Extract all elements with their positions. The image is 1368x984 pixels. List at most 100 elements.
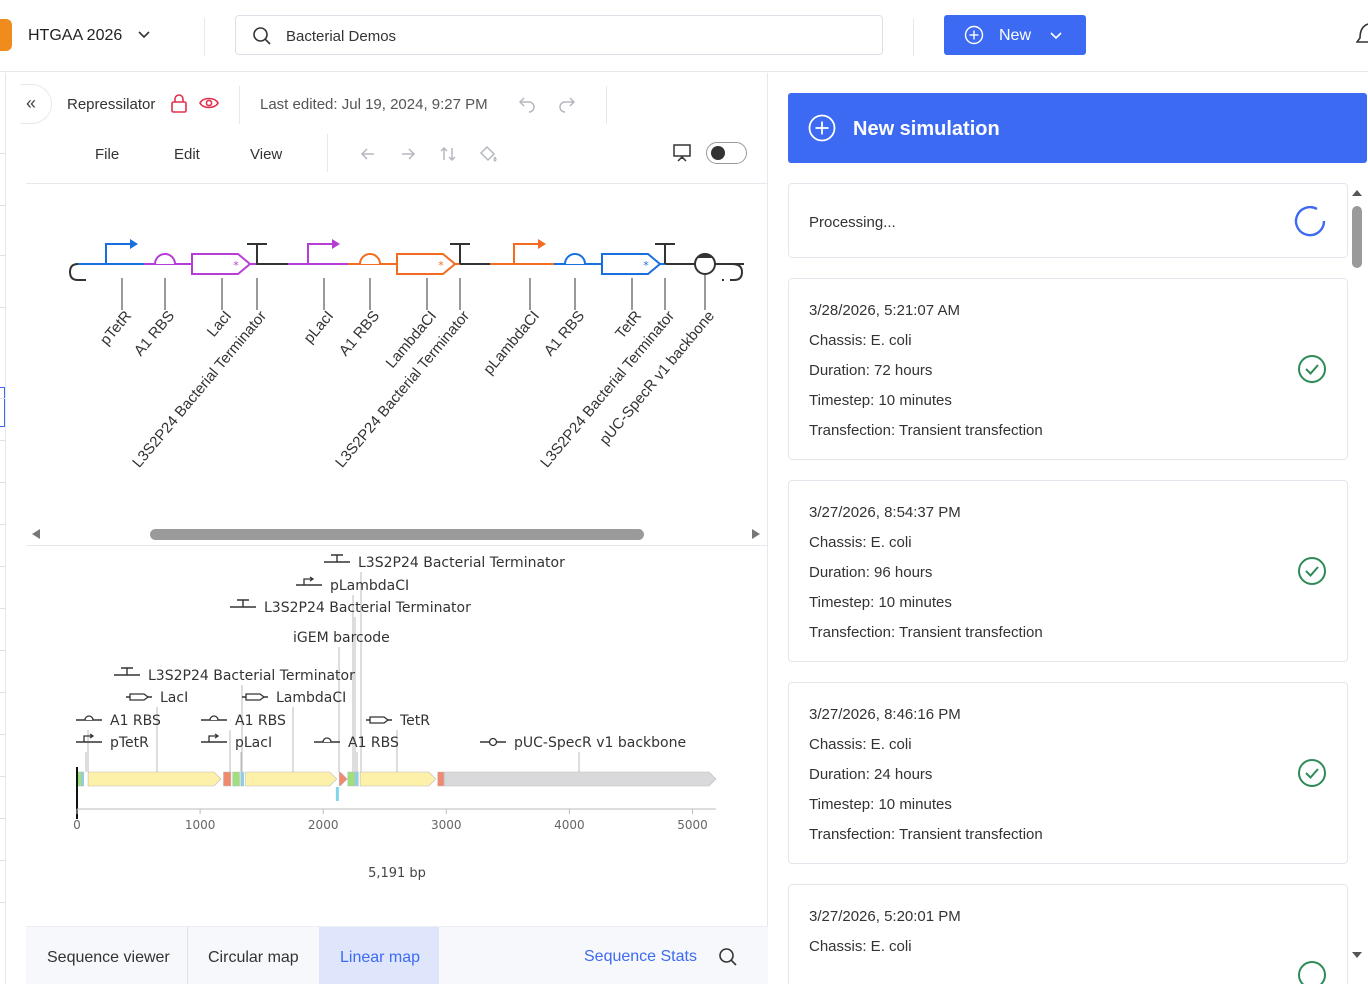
simulation-timestep: Timestep: 10 minutes — [809, 594, 952, 611]
simulation-chassis: Chassis: E. coli — [809, 534, 912, 551]
rail-item[interactable] — [0, 692, 5, 693]
simulation-transfection: Transfection: Transient transfection — [809, 422, 1043, 439]
rail-item[interactable] — [0, 860, 5, 861]
chevron-down-icon[interactable] — [136, 26, 152, 42]
sbol-part-cds[interactable]: *LambdaCI — [383, 253, 457, 372]
eye-icon[interactable] — [199, 95, 219, 111]
rail-item[interactable] — [0, 650, 5, 651]
rail-item[interactable] — [0, 608, 5, 609]
rail-item[interactable] — [0, 734, 5, 735]
sequence-stats-link[interactable]: Sequence Stats — [584, 948, 697, 966]
sbol-part-promoter[interactable]: pTetR — [97, 239, 138, 349]
linear-feature-label[interactable]: pUC-SpecR v1 backbone — [480, 735, 686, 772]
undo-icon[interactable] — [518, 95, 536, 113]
search-icon[interactable] — [718, 947, 738, 967]
cds-icon — [129, 693, 150, 701]
swap-vertical-icon[interactable] — [439, 145, 457, 163]
document-title[interactable]: Repressilator — [67, 96, 155, 113]
linear-feature-label[interactable]: A1 RBS — [314, 735, 399, 772]
rail-item[interactable] — [0, 307, 5, 308]
search-input[interactable]: Bacterial Demos — [286, 28, 396, 45]
rbs-glyph — [154, 253, 176, 265]
backbone-end-left — [68, 263, 84, 281]
sbol-part-rbs[interactable]: A1 RBS — [541, 253, 588, 359]
left-rail — [0, 73, 6, 984]
menu-edit[interactable]: Edit — [174, 146, 200, 163]
vertical-scrollbar-thumb[interactable] — [1352, 206, 1362, 268]
rail-item[interactable] — [0, 566, 5, 567]
linear-feature-label[interactable]: pLacI — [201, 733, 272, 772]
linear-map[interactable]: 0 1000 2000 3000 4000 5000 5,191 bp L3S2P24 Bac… — [26, 546, 768, 926]
feature-block[interactable] — [81, 771, 85, 787]
sbol-part-rbs[interactable]: A1 RBS — [336, 253, 383, 359]
top-bar: HTGAA 2026 Bacterial Demos New — [0, 0, 1368, 72]
search-bar[interactable]: Bacterial Demos — [235, 15, 883, 55]
feature-block[interactable] — [338, 771, 348, 787]
menu-file[interactable]: File — [95, 146, 119, 163]
new-button-label: New — [999, 27, 1032, 44]
sequence-length: 5,191 bp — [368, 866, 426, 881]
cds-glyph — [191, 253, 252, 275]
linear-feature-label[interactable]: pTetR — [76, 733, 149, 772]
paint-bucket-icon[interactable] — [478, 145, 498, 163]
simulation-card[interactable]: 3/27/2026, 8:46:16 PM Chassis: E. coli D… — [788, 682, 1348, 864]
feature-block[interactable] — [437, 771, 445, 787]
tab-linear-map[interactable]: Linear map — [319, 927, 439, 984]
feature-block[interactable] — [359, 771, 437, 787]
feature-label-text: A1 RBS — [235, 713, 286, 729]
scroll-down-arrow[interactable] — [1351, 950, 1363, 960]
rail-item[interactable] — [0, 440, 5, 441]
presentation-icon[interactable] — [672, 143, 692, 163]
rail-item[interactable] — [0, 902, 5, 903]
rail-item[interactable] — [0, 776, 5, 777]
rail-item[interactable] — [0, 482, 5, 483]
feature-block[interactable] — [87, 771, 222, 787]
tab-circular-map[interactable]: Circular map — [188, 927, 319, 984]
redo-icon[interactable] — [558, 95, 576, 113]
rbs-icon — [209, 715, 219, 721]
tab-sequence-viewer[interactable]: Sequence viewer — [26, 927, 187, 984]
rail-item[interactable] — [0, 524, 5, 525]
rail-item[interactable] — [0, 398, 5, 399]
feature-label-text: pUC-SpecR v1 backbone — [514, 735, 686, 751]
rail-item-active[interactable] — [0, 387, 5, 427]
rail-item[interactable] — [0, 153, 5, 154]
sbol-diagram[interactable]: pTetRA1 RBS*LacIL3S2P24 Bacterial Termin… — [26, 184, 768, 544]
scrollbar-thumb[interactable] — [150, 529, 644, 540]
feature-block[interactable] — [223, 771, 232, 787]
new-simulation-button[interactable]: New simulation — [788, 93, 1367, 163]
sbol-part-origin[interactable]: pUC-SpecR v1 backbone — [596, 253, 718, 448]
new-button[interactable]: New — [944, 15, 1086, 55]
feature-block[interactable] — [444, 771, 717, 787]
feature-block[interactable] — [347, 771, 355, 787]
arrow-left-icon[interactable] — [359, 145, 377, 163]
check-circle-icon — [1298, 961, 1326, 984]
sbol-part-promoter[interactable]: pLambdaCI — [480, 239, 546, 378]
notification-icon[interactable] — [1356, 22, 1368, 46]
feature-block[interactable] — [240, 771, 245, 787]
linear-feature-label[interactable]: LambdaCI — [242, 690, 346, 772]
simulation-card[interactable]: 3/27/2026, 8:54:37 PM Chassis: E. coli D… — [788, 480, 1348, 662]
menu-view[interactable]: View — [250, 146, 282, 163]
lock-icon[interactable] — [170, 94, 188, 114]
sbol-part-promoter[interactable]: pLacI — [300, 239, 340, 347]
feature-block[interactable] — [245, 771, 338, 787]
simulation-card[interactable]: 3/28/2026, 5:21:07 AM Chassis: E. coli D… — [788, 278, 1348, 460]
feature-block[interactable] — [354, 771, 359, 787]
sbol-part-terminator[interactable]: L3S2P24 Bacterial Terminator — [129, 243, 270, 471]
rail-item[interactable] — [0, 205, 5, 206]
terminator-glyph — [450, 243, 470, 264]
linear-feature-label[interactable]: LacI — [126, 690, 188, 772]
origin-icon — [488, 737, 498, 747]
sbol-part-rbs[interactable]: A1 RBS — [131, 253, 178, 359]
feature-block[interactable] — [232, 771, 240, 787]
toggle-switch[interactable] — [706, 142, 747, 164]
arrow-right-icon[interactable] — [399, 145, 417, 163]
scroll-up-arrow[interactable] — [1351, 188, 1363, 198]
rail-item[interactable] — [0, 255, 5, 256]
workspace-name[interactable]: HTGAA 2026 — [28, 27, 122, 45]
simulation-card[interactable]: 3/27/2026, 5:20:01 PM Chassis: E. coli — [788, 884, 1348, 984]
app-logo[interactable] — [0, 19, 12, 51]
rail-item[interactable] — [0, 818, 5, 819]
simulation-card-processing[interactable]: Processing... — [788, 183, 1348, 258]
